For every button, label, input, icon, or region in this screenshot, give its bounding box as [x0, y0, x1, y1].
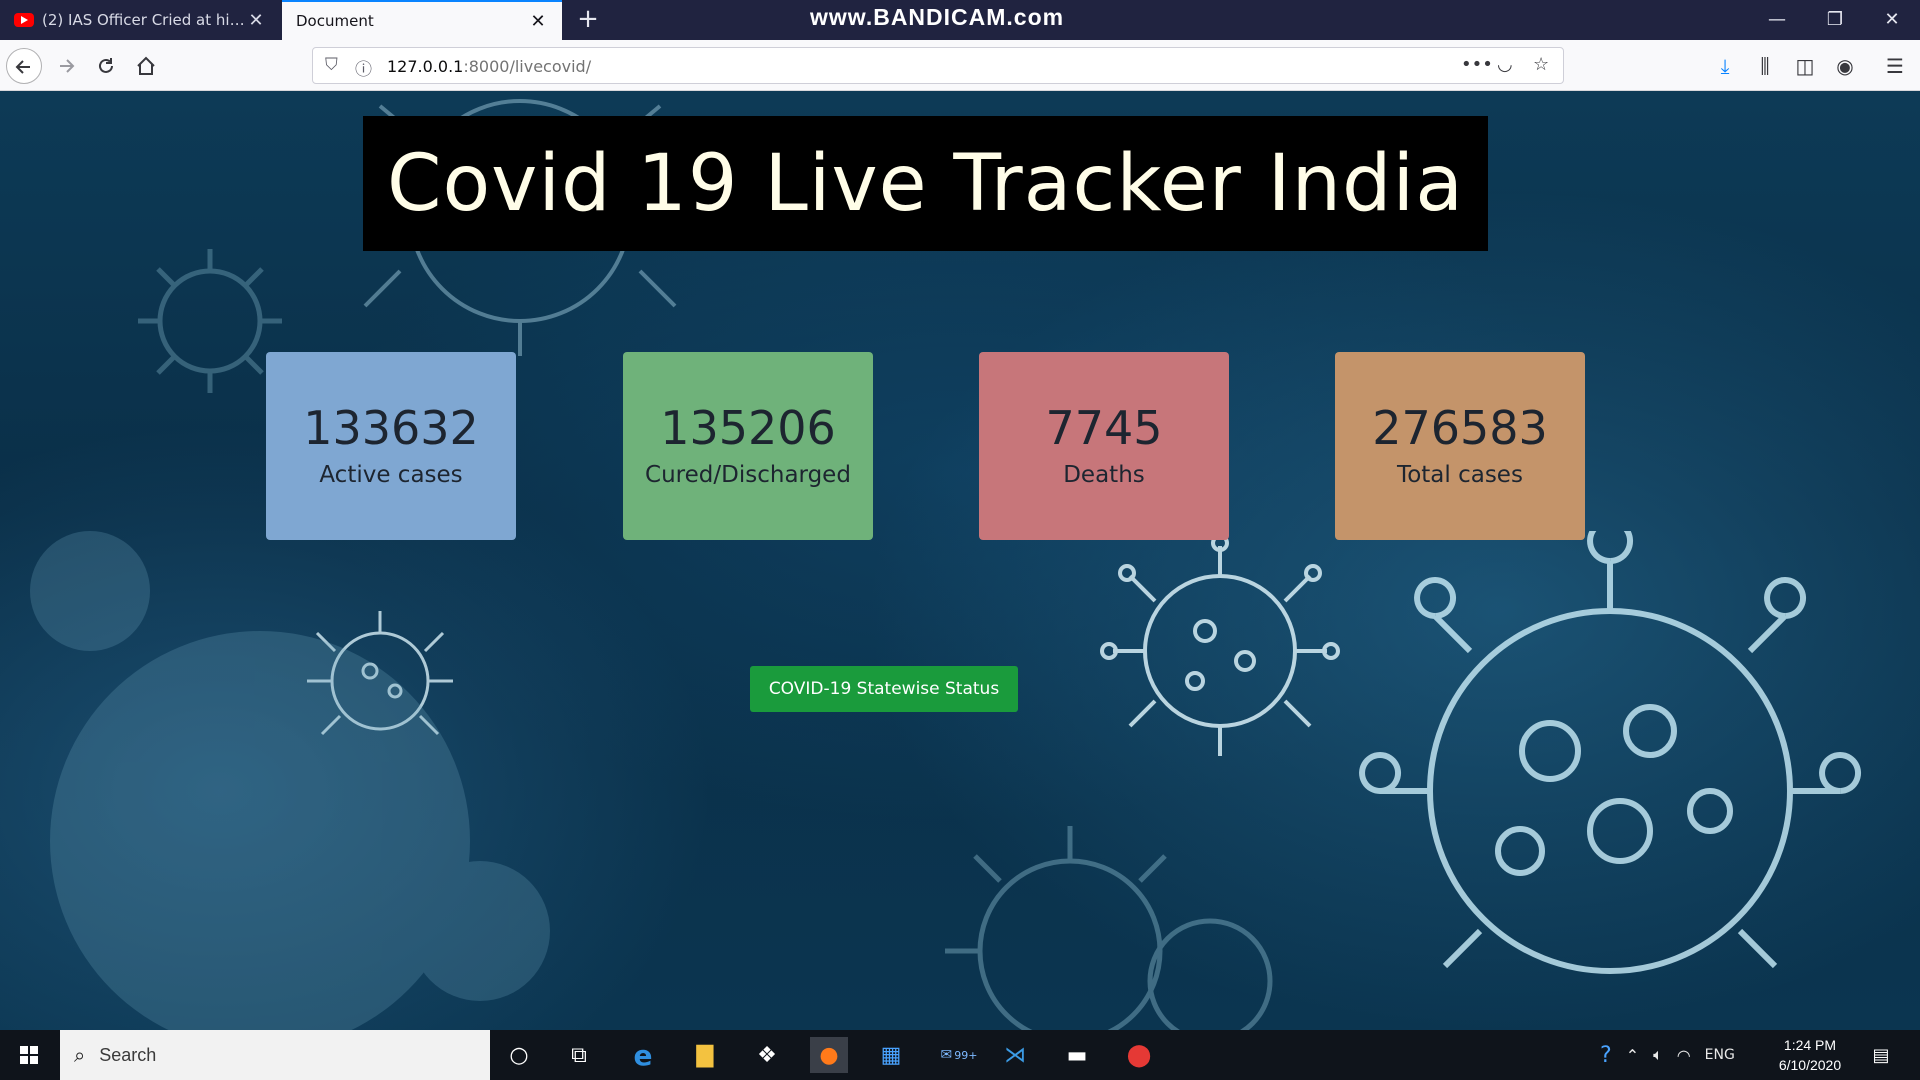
taskbar-search-placeholder: Search [99, 1044, 157, 1065]
tab-document[interactable]: Document ✕ [282, 0, 562, 40]
close-window-button[interactable]: ✕ [1875, 6, 1909, 34]
pocket-icon[interactable]: ◡ [1497, 54, 1513, 75]
mail-icon[interactable]: ✉ 99+ [934, 1037, 984, 1073]
search-icon: ⌕ [74, 1043, 86, 1067]
system-tray: ? ⌃ 🔈︎ ◠ ENG [1600, 1030, 1735, 1080]
total-cases-label: Total cases [1397, 462, 1523, 488]
help-icon[interactable]: ? [1600, 1043, 1612, 1068]
system-clock[interactable]: 1:24 PM 6/10/2020 [1768, 1035, 1852, 1075]
virus-illustration [1100, 534, 1340, 756]
virus-illustration [30, 531, 550, 1030]
page-content: Covid 19 Live Tracker India 133632 Activ… [0, 91, 1920, 1030]
active-cases-card: 133632 Active cases [266, 352, 516, 540]
home-button[interactable] [128, 48, 164, 84]
reload-icon [99, 58, 113, 73]
browser-tab-strip: (2) IAS Officer Cried at his Suc ✕ Docum… [0, 0, 1920, 40]
terminal-icon[interactable]: ▬ [1058, 1037, 1096, 1073]
forward-button[interactable] [48, 48, 84, 84]
page-title-banner: Covid 19 Live Tracker India [363, 116, 1488, 251]
start-button[interactable] [0, 1030, 58, 1080]
file-explorer-icon[interactable]: ▇ [686, 1037, 724, 1073]
recording-watermark: www.BANDICAM.com [810, 4, 1065, 30]
browser-toolbar: ⛉ ⓘ 127.0.0.1:8000/livecovid/ ••• ◡ ☆ ⤓ … [0, 40, 1920, 91]
dropbox-icon[interactable]: ❖ [748, 1037, 786, 1073]
bandicam-record-icon[interactable]: ⬤ [1120, 1037, 1158, 1073]
mail-badge: 99+ [954, 1048, 978, 1062]
account-icon[interactable]: ◉ [1830, 51, 1860, 81]
bookmark-star-icon[interactable]: ☆ [1533, 54, 1549, 75]
total-cases-card: 276583 Total cases [1335, 352, 1585, 540]
library-icon[interactable]: ⫼ [1750, 51, 1780, 81]
reload-button[interactable] [88, 48, 124, 84]
tab-close-icon[interactable]: ✕ [246, 10, 266, 31]
windows-logo-icon [20, 1046, 38, 1064]
active-cases-label: Active cases [319, 462, 463, 488]
deaths-value: 7745 [1045, 401, 1163, 455]
home-icon [137, 56, 155, 75]
cured-card: 135206 Cured/Discharged [623, 352, 873, 540]
page-title: Covid 19 Live Tracker India [386, 138, 1465, 229]
statewise-status-button[interactable]: COVID-19 Statewise Status [750, 666, 1018, 712]
hamburger-menu-icon[interactable]: ☰ [1880, 51, 1910, 81]
minimize-button[interactable]: — [1760, 6, 1794, 34]
windows-taskbar: ⌕ Search ○ ⧉ e ▇ ❖ ● ▦ ✉ 99+ ⋊ ▬ ⬤ ? ⌃ 🔈︎… [0, 1030, 1920, 1080]
language-indicator[interactable]: ENG [1705, 1047, 1735, 1063]
clock-date: 6/10/2020 [1778, 1057, 1842, 1073]
task-view-icon[interactable]: ⧉ [560, 1037, 598, 1073]
tab-close-icon[interactable]: ✕ [528, 11, 548, 32]
tab-youtube[interactable]: (2) IAS Officer Cried at his Suc ✕ [0, 0, 280, 40]
page-actions-button[interactable]: ••• [1461, 54, 1493, 75]
store-icon[interactable]: ▦ [872, 1037, 910, 1073]
chevron-up-icon[interactable]: ⌃ [1626, 1046, 1639, 1065]
arrow-left-icon [15, 60, 30, 74]
edge-icon[interactable]: e [624, 1037, 662, 1073]
clock-time: 1:24 PM [1783, 1037, 1837, 1053]
deaths-card: 7745 Deaths [979, 352, 1229, 540]
arrow-right-icon [60, 59, 75, 73]
virus-illustration [945, 826, 1273, 1030]
shield-icon[interactable]: ⛉ [325, 55, 338, 75]
tab-title: (2) IAS Officer Cried at his Suc [42, 11, 246, 29]
deaths-label: Deaths [1063, 462, 1145, 488]
new-tab-button[interactable]: + [572, 4, 604, 36]
vscode-icon[interactable]: ⋊ [996, 1037, 1034, 1073]
restore-button[interactable]: ❐ [1818, 6, 1852, 34]
sidebar-icon[interactable]: ◫ [1790, 51, 1820, 81]
volume-icon[interactable]: 🔈︎ [1653, 1045, 1663, 1065]
back-button[interactable] [6, 48, 42, 84]
youtube-icon [14, 13, 34, 27]
taskbar-search-box[interactable]: ⌕ Search [60, 1030, 490, 1080]
url-text[interactable]: 127.0.0.1:8000/livecovid/ [387, 57, 591, 76]
url-path: :8000/livecovid/ [463, 57, 592, 76]
address-bar[interactable]: ⛉ ⓘ 127.0.0.1:8000/livecovid/ ••• ◡ ☆ [312, 47, 1564, 84]
wifi-icon[interactable]: ◠ [1677, 1046, 1691, 1065]
info-icon[interactable]: ⓘ [355, 55, 372, 80]
notifications-icon[interactable]: ▤ [1862, 1037, 1900, 1073]
active-cases-value: 133632 [303, 401, 479, 455]
cured-value: 135206 [660, 401, 836, 455]
total-cases-value: 276583 [1372, 401, 1548, 455]
firefox-icon[interactable]: ● [810, 1037, 848, 1073]
virus-illustration [1359, 531, 1862, 974]
tab-title: Document [296, 12, 374, 30]
cortana-icon[interactable]: ○ [500, 1037, 538, 1073]
cured-label: Cured/Discharged [645, 462, 851, 488]
downloads-icon[interactable]: ⤓ [1710, 51, 1740, 81]
url-host: 127.0.0.1 [387, 57, 464, 76]
